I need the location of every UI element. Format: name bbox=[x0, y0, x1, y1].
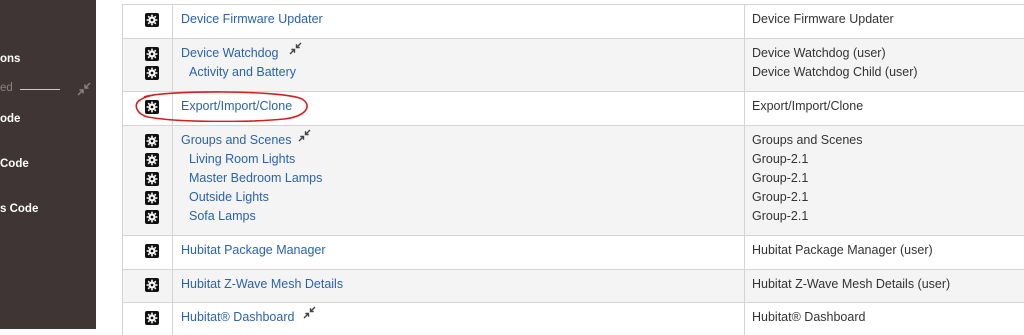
app-type-text: Group-2.1 bbox=[752, 190, 809, 204]
gear-icon[interactable] bbox=[145, 278, 159, 292]
gear-icon[interactable] bbox=[145, 191, 159, 205]
gear-icon[interactable] bbox=[145, 47, 159, 61]
row-name-cell: Hubitat Z-Wave Mesh Details bbox=[172, 270, 745, 302]
app-link[interactable]: Device Firmware Updater bbox=[181, 12, 323, 26]
row-name-cell: Hubitat Package Manager bbox=[172, 236, 745, 269]
row-icon-cell bbox=[123, 303, 173, 335]
gear-icon[interactable] bbox=[145, 172, 159, 186]
child-app-link[interactable]: Master Bedroom Lamps bbox=[189, 171, 322, 185]
row-name-cell: Groups and Scenes Living Room Lights Maste… bbox=[172, 126, 745, 235]
child-app-link[interactable]: Outside Lights bbox=[189, 190, 269, 204]
app-type-text: Groups and Scenes bbox=[752, 133, 863, 147]
app-type-text: Device Firmware Updater bbox=[752, 12, 894, 26]
row-type-cell: Device Watchdog (user) Device Watchdog Ch… bbox=[745, 39, 1024, 91]
collapse-arrows-icon[interactable] bbox=[298, 129, 311, 142]
gear-icon[interactable] bbox=[145, 311, 159, 325]
row-type-cell: Hubitat Z-Wave Mesh Details (user) bbox=[745, 270, 1024, 302]
app-type-text: Device Watchdog (user) bbox=[752, 46, 886, 60]
row-icon-cell bbox=[123, 5, 173, 38]
child-app-link[interactable]: Activity and Battery bbox=[189, 65, 296, 79]
app-type-text: Group-2.1 bbox=[752, 171, 809, 185]
collapse-arrows-icon[interactable] bbox=[303, 306, 316, 319]
row-type-cell: Export/Import/Clone bbox=[745, 92, 1024, 125]
row-type-cell: Device Firmware Updater bbox=[745, 5, 1024, 38]
app-type-text: Group-2.1 bbox=[752, 152, 809, 166]
sidebar-item-drivers-code[interactable]: Code bbox=[0, 158, 29, 170]
table-row: Hubitat Package Manager Hubitat Package M… bbox=[122, 235, 1024, 269]
app-type-text: Device Watchdog Child (user) bbox=[752, 65, 918, 79]
child-app-link[interactable]: Sofa Lamps bbox=[189, 209, 256, 223]
row-name-cell: Device Firmware Updater bbox=[172, 5, 745, 44]
apps-table: Device Firmware Updater Device Firmware U… bbox=[122, 0, 1024, 335]
page-gutter bbox=[96, 0, 122, 329]
sidebar-item-apps[interactable]: ons bbox=[0, 53, 20, 65]
app-type-text: Export/Import/Clone bbox=[752, 99, 864, 113]
row-name-cell: Device Watchdog Activity and Battery bbox=[172, 39, 745, 91]
child-app-link[interactable]: Living Room Lights bbox=[189, 152, 295, 166]
sidebar: ons ed ode Code s Code bbox=[0, 0, 96, 329]
app-link[interactable]: Hubitat® Dashboard bbox=[181, 310, 294, 324]
app-type-text: Hubitat® Dashboard bbox=[752, 310, 866, 324]
table-row: Groups and Scenes Living Room Lights Maste… bbox=[122, 125, 1024, 235]
gear-icon[interactable] bbox=[145, 210, 159, 224]
table-row: Hubitat® Dashboard Hubitat® Dashboard bbox=[122, 302, 1024, 335]
app-link[interactable]: Hubitat Package Manager bbox=[181, 243, 326, 257]
red-circle-annotation bbox=[135, 91, 308, 122]
row-type-cell: Hubitat® Dashboard bbox=[745, 303, 1024, 335]
collapse-arrows-icon[interactable] bbox=[289, 42, 302, 55]
gear-icon[interactable] bbox=[145, 134, 159, 148]
table-row: Device Watchdog Activity and Battery Devic… bbox=[122, 38, 1024, 91]
sidebar-item-libraries-code[interactable]: s Code bbox=[0, 203, 38, 215]
gear-icon[interactable] bbox=[145, 13, 159, 27]
app-link[interactable]: Device Watchdog bbox=[181, 46, 279, 60]
gear-icon[interactable] bbox=[145, 153, 159, 167]
collapse-arrows-icon[interactable] bbox=[77, 82, 91, 96]
row-type-cell: Hubitat Package Manager (user) bbox=[745, 236, 1024, 269]
app-type-text: Hubitat Package Manager (user) bbox=[752, 243, 933, 257]
app-type-text: Group-2.1 bbox=[752, 209, 809, 223]
app-type-text: Hubitat Z-Wave Mesh Details (user) bbox=[752, 277, 951, 291]
row-icon-cell bbox=[123, 39, 173, 91]
sidebar-item-installed[interactable]: ed bbox=[0, 82, 13, 94]
gear-icon[interactable] bbox=[145, 244, 159, 258]
gear-icon[interactable] bbox=[145, 66, 159, 80]
table-row: Device Firmware Updater Device Firmware U… bbox=[122, 4, 1024, 44]
sidebar-divider bbox=[20, 89, 60, 90]
row-icon-cell bbox=[123, 270, 173, 302]
row-name-cell: Hubitat® Dashboard bbox=[172, 303, 745, 335]
app-link[interactable]: Hubitat Z-Wave Mesh Details bbox=[181, 277, 343, 291]
row-icon-cell bbox=[123, 126, 173, 235]
sidebar-item-apps-code[interactable]: ode bbox=[0, 113, 20, 125]
table-row: Hubitat Z-Wave Mesh Details Hubitat Z-Wav… bbox=[122, 269, 1024, 302]
app-link[interactable]: Groups and Scenes bbox=[181, 133, 292, 147]
row-icon-cell bbox=[123, 236, 173, 269]
row-type-cell: Groups and Scenes Group-2.1 Group-2.1 Group… bbox=[745, 126, 1024, 235]
